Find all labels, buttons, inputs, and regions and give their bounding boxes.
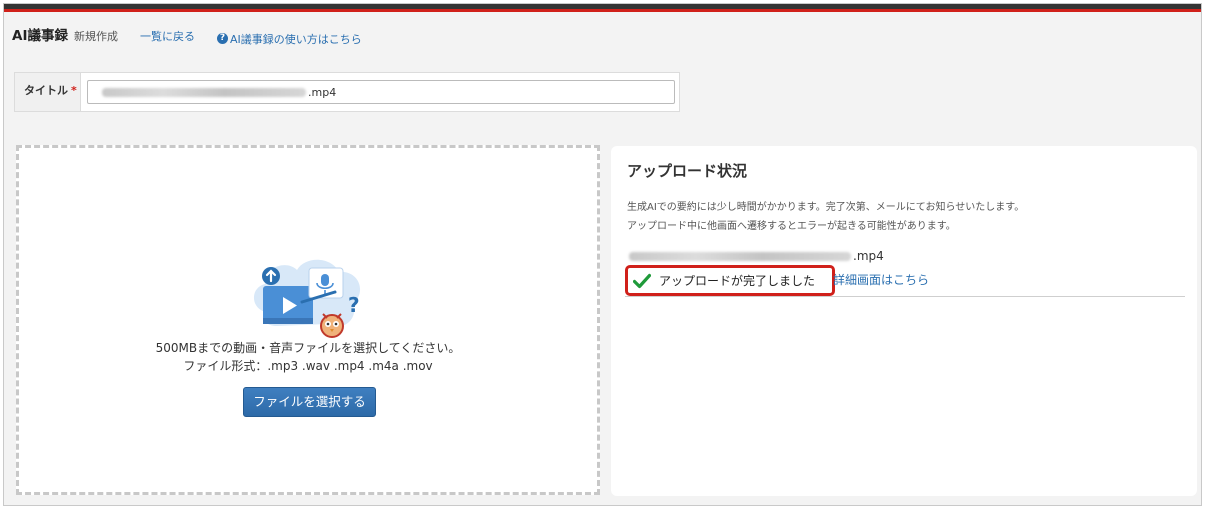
- upload-status-panel: アップロード状況 生成AIでの要約には少し時間がかかります。完了次第、メールにて…: [611, 146, 1197, 496]
- upload-complete-text: アップロードが完了しました: [659, 274, 816, 288]
- upload-illustration-icon: ?: [253, 259, 361, 338]
- page-header: AI議事録 新規作成 一覧に戻る ? AI議事録の使い方はこちら: [12, 24, 362, 47]
- redacted-filename: [102, 87, 306, 97]
- question-circle-icon: ?: [216, 33, 228, 44]
- status-note-warning: アップロード中に他画面へ遷移するとエラーが起きる可能性があります。: [627, 221, 956, 232]
- redacted-filename: [629, 251, 851, 261]
- title-input-wrap: .mp4: [81, 73, 679, 111]
- page-subtitle: 新規作成: [73, 30, 118, 43]
- detail-page-link[interactable]: 詳細画面はこちら: [833, 271, 929, 288]
- title-label: タイトル *: [15, 73, 81, 111]
- status-title: アップロード状況: [627, 162, 748, 180]
- checkmark-icon: [633, 273, 651, 288]
- app-window: AI議事録 新規作成 一覧に戻る ? AI議事録の使い方はこちら タイトル * .…: [3, 3, 1202, 506]
- app-title: AI議事録: [12, 28, 68, 44]
- dropzone-formats: ファイル形式：.mp3 .wav .mp4 .m4a .mov: [183, 359, 433, 373]
- status-note-summary: 生成AIでの要約には少し時間がかかります。完了次第、メールにてお知らせいたします…: [627, 202, 1025, 213]
- title-input-suffix: .mp4: [308, 85, 337, 99]
- upload-complete-highlight: アップロードが完了しました: [625, 265, 835, 296]
- title-input[interactable]: .mp4: [87, 80, 675, 104]
- title-label-text: タイトル: [24, 84, 68, 97]
- help-link-label: AI議事録の使い方はこちら: [229, 32, 362, 46]
- required-mark: *: [71, 84, 77, 97]
- status-divider: [625, 296, 1185, 297]
- dropzone-instruction: 500MBまでの動画・音声ファイルを選択してください。: [155, 341, 461, 355]
- back-to-list-link[interactable]: 一覧に戻る: [140, 28, 195, 44]
- select-file-button[interactable]: ファイルを選択する: [243, 387, 376, 417]
- file-dropzone[interactable]: ? 500MBまでの動画・音声ファイルを選択してください。 ファイル形式：.mp…: [16, 145, 600, 495]
- top-accent-bar: [4, 4, 1201, 12]
- title-form-row: タイトル * .mp4: [14, 72, 680, 112]
- svg-text:?: ?: [348, 293, 360, 317]
- file-name-suffix: .mp4: [853, 249, 884, 263]
- help-link[interactable]: ? AI議事録の使い方はこちら: [216, 31, 362, 47]
- uploaded-file-name: .mp4: [629, 248, 884, 264]
